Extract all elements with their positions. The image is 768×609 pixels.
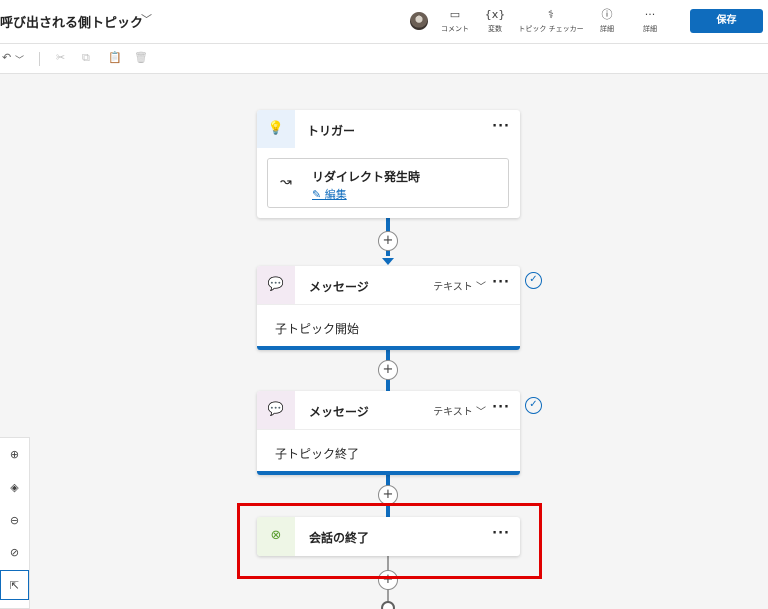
comment-button[interactable]: ▭ コメント [437, 8, 473, 34]
topic-title[interactable]: 呼び出される側トピック [0, 12, 143, 31]
more-icon: ··· [644, 8, 656, 21]
undo-icon[interactable]: ↶ [2, 51, 11, 64]
more-icon[interactable]: ··· [492, 400, 510, 415]
minimap-icon[interactable]: ⊘ [0, 538, 29, 568]
check-circle-icon: ✓ [525, 397, 542, 414]
paste-icon[interactable]: 📋 [108, 51, 122, 64]
info-icon: ⓘ [601, 8, 613, 21]
highlight-box [237, 503, 542, 579]
delete-icon[interactable]: 🗑 [134, 51, 148, 64]
message-text[interactable]: 子トピック終了 [275, 445, 359, 462]
flow-end-circle [381, 601, 395, 609]
add-node-button[interactable]: + [378, 485, 398, 505]
add-node-button[interactable]: + [378, 360, 398, 380]
topic-checker-button[interactable]: ⚕ トピック チェッカー [516, 8, 586, 34]
message-type-dropdown[interactable]: テキスト ﹀ [433, 278, 486, 293]
more-icon[interactable]: ··· [492, 119, 510, 134]
topic-header: 呼び出される側トピック ﹀ ▭ コメント {x} 変数 ⚕ トピック チェッカー… [0, 0, 768, 44]
select-tool-icon[interactable]: ⇱ [0, 570, 29, 600]
toolbar-divider [39, 52, 40, 66]
redirect-icon: ↝ [280, 174, 292, 190]
details-button[interactable]: ⓘ 詳細 [593, 8, 621, 34]
redirect-trigger-box[interactable]: ↝ リダイレクト発生時 ✎ 編集 [267, 158, 509, 208]
message-icon: 💬 [267, 277, 285, 292]
message-node[interactable]: 💬 メッセージ テキスト ﹀ ··· 子トピック終了 [257, 391, 520, 475]
edit-link[interactable]: ✎ 編集 [312, 186, 347, 202]
message-icon-box: 💬 [257, 266, 295, 304]
zoom-out-icon[interactable]: ⊖ [0, 506, 29, 536]
connector-arrow [382, 258, 394, 265]
chevron-down-icon[interactable]: ﹀ [15, 53, 24, 66]
avatar[interactable] [410, 12, 428, 30]
trigger-title: トリガー [307, 124, 356, 138]
card-accent-bar [257, 346, 520, 350]
message-icon: 💬 [267, 402, 285, 417]
save-button[interactable]: 保存 [690, 9, 763, 33]
stethoscope-icon: ⚕ [548, 8, 554, 21]
zoom-controls: ⊕ ◈ ⊖ ⊘ ⇱ [0, 437, 30, 609]
chevron-down-icon[interactable]: ﹀ [141, 11, 152, 27]
edit-toolbar: ↶ ﹀ ✂ ⧉ 📋 🗑 [0, 44, 768, 74]
message-icon-box: 💬 [257, 391, 295, 429]
copy-icon[interactable]: ⧉ [82, 51, 90, 65]
redirect-title: リダイレクト発生時 [312, 170, 421, 184]
variables-button[interactable]: {x} 変数 [480, 8, 510, 34]
message-title: メッセージ [309, 405, 369, 419]
message-text[interactable]: 子トピック開始 [275, 320, 359, 337]
more-button[interactable]: ··· 詳細 [636, 8, 664, 34]
cut-icon[interactable]: ✂ [56, 51, 65, 64]
more-icon[interactable]: ··· [492, 275, 510, 290]
add-node-button[interactable]: + [378, 231, 398, 251]
recenter-icon[interactable]: ◈ [0, 473, 29, 503]
message-title: メッセージ [309, 280, 369, 294]
zoom-in-icon[interactable]: ⊕ [0, 440, 29, 470]
trigger-node[interactable]: 💡 トリガー ··· ↝ リダイレクト発生時 ✎ 編集 [257, 110, 520, 218]
card-accent-bar [257, 471, 520, 475]
trigger-icon-box: 💡 [257, 110, 295, 148]
message-node[interactable]: 💬 メッセージ テキスト ﹀ ··· 子トピック開始 [257, 266, 520, 350]
variable-icon: {x} [484, 8, 506, 21]
lightbulb-icon: 💡 [267, 121, 285, 136]
check-circle-icon: ✓ [525, 272, 542, 289]
message-type-dropdown[interactable]: テキスト ﹀ [433, 403, 486, 418]
comment-icon: ▭ [449, 8, 461, 21]
